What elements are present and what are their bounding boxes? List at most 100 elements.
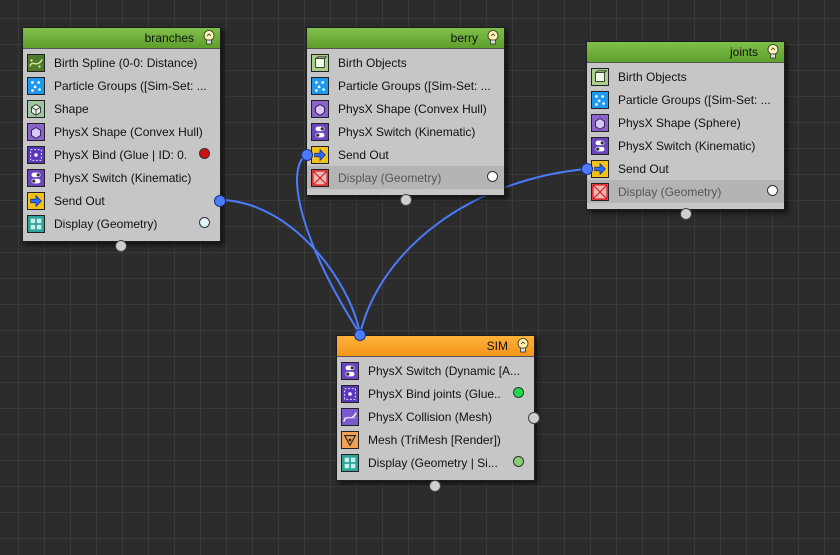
birth-objects-icon (311, 53, 329, 72)
physx-switch-icon (341, 361, 359, 380)
operator-physx-shape[interactable]: PhysX Shape (Sphere) (591, 111, 780, 134)
operator-label: Shape (54, 101, 89, 116)
operator-particle-groups[interactable]: Particle Groups ([Sim-Set: ... (591, 88, 780, 111)
operator-display[interactable]: Display (Geometry) (307, 166, 504, 189)
node-title: berry (450, 31, 478, 45)
operator-label: Display (Geometry | Si... (368, 455, 498, 470)
node-title: branches (144, 31, 194, 45)
operator-physx-shape[interactable]: PhysX Shape (Convex Hull) (311, 97, 500, 120)
color-dot[interactable] (199, 217, 210, 228)
color-dot[interactable] (199, 148, 210, 159)
lightbulb-icon[interactable] (517, 338, 529, 353)
operator-physx-switch[interactable]: PhysX Switch (Kinematic) (311, 120, 500, 143)
operator-label: Mesh (TriMesh [Render]) (368, 432, 501, 447)
operator-label: Particle Groups ([Sim-Set: ... (618, 92, 771, 107)
node-header[interactable]: branches (23, 28, 220, 49)
bottom-port[interactable] (680, 208, 692, 220)
operator-label: Birth Spline (0-0: Distance) (54, 55, 198, 70)
node-title: SIM (486, 339, 508, 353)
operator-label: Send Out (618, 161, 669, 176)
operator-send-out[interactable]: Send Out (27, 189, 216, 212)
physx-switch-icon (27, 168, 45, 187)
display-icon (27, 214, 45, 233)
operator-physx-switch[interactable]: PhysX Switch (Dynamic [A... (341, 359, 530, 382)
node-sim[interactable]: SIM PhysX Switch (Dynamic [A... PhysX Bi… (336, 329, 540, 492)
display-disabled-icon (591, 182, 609, 201)
operator-physx-bind[interactable]: PhysX Bind joints (Glue... (341, 382, 530, 405)
output-port[interactable] (528, 412, 540, 424)
color-dot[interactable] (767, 185, 778, 196)
operator-physx-collision[interactable]: PhysX Collision (Mesh) (341, 405, 530, 428)
physx-switch-icon (311, 122, 329, 141)
mesh-icon (341, 430, 359, 449)
operator-physx-switch[interactable]: PhysX Switch (Kinematic) (591, 134, 780, 157)
operator-label: Send Out (338, 147, 389, 162)
physx-bind-icon (341, 384, 359, 403)
physx-shape-icon (27, 122, 45, 141)
operator-label: PhysX Switch (Dynamic [A... (368, 363, 521, 378)
lightbulb-icon[interactable] (203, 30, 215, 45)
node-joints[interactable]: joints Birth Objects Particle Groups ([S… (581, 41, 785, 220)
physx-shape-icon (311, 99, 329, 118)
operator-label: PhysX Collision (Mesh) (368, 409, 493, 424)
operator-display[interactable]: Display (Geometry) (27, 212, 216, 235)
display-disabled-icon (311, 168, 329, 187)
node-berry[interactable]: berry Birth Objects Particle Groups ([Si… (301, 27, 505, 206)
operator-mesh[interactable]: Mesh (TriMesh [Render]) (341, 428, 530, 451)
operator-birth-objects[interactable]: Birth Objects (591, 65, 780, 88)
input-port[interactable] (301, 149, 313, 161)
lightbulb-icon[interactable] (767, 44, 779, 59)
operator-label: Display (Geometry) (618, 184, 722, 199)
operator-send-out[interactable]: Send Out (311, 143, 500, 166)
operator-label: Display (Geometry) (54, 216, 158, 231)
node-header[interactable]: SIM (337, 336, 534, 357)
operator-list: Birth Spline (0-0: Distance) Particle Gr… (23, 49, 220, 241)
input-port[interactable] (581, 163, 593, 175)
operator-label: Particle Groups ([Sim-Set: ... (54, 78, 207, 93)
operator-list: PhysX Switch (Dynamic [A... PhysX Bind j… (337, 357, 534, 480)
operator-label: Send Out (54, 193, 105, 208)
particle-groups-icon (311, 76, 329, 95)
operator-birth-objects[interactable]: Birth Objects (311, 51, 500, 74)
operator-label: PhysX Bind (Glue | ID: 0... (54, 147, 186, 162)
particle-groups-icon (591, 90, 609, 109)
color-dot[interactable] (487, 171, 498, 182)
operator-display[interactable]: Display (Geometry | Si... (341, 451, 530, 474)
operator-label: Birth Objects (618, 69, 687, 84)
node-header[interactable]: berry (307, 28, 504, 49)
color-dot[interactable] (513, 456, 524, 467)
operator-shape[interactable]: Shape (27, 97, 216, 120)
send-out-icon (591, 159, 609, 178)
input-port[interactable] (354, 329, 366, 341)
node-branches[interactable]: branches Birth Spline (0-0: Distance) Pa… (22, 27, 226, 252)
output-port[interactable] (214, 195, 226, 207)
operator-list: Birth Objects Particle Groups ([Sim-Set:… (587, 63, 784, 209)
operator-label: PhysX Shape (Convex Hull) (338, 101, 487, 116)
operator-physx-bind[interactable]: PhysX Bind (Glue | ID: 0... (27, 143, 216, 166)
shape-icon (27, 99, 45, 118)
bottom-port[interactable] (429, 480, 441, 492)
physx-collision-icon (341, 407, 359, 426)
bottom-port[interactable] (400, 194, 412, 206)
operator-label: Particle Groups ([Sim-Set: ... (338, 78, 491, 93)
operator-label: PhysX Switch (Kinematic) (338, 124, 476, 139)
wire-branches-to-sim (218, 199, 361, 335)
particle-groups-icon (27, 76, 45, 95)
birth-spline-icon (27, 53, 45, 72)
operator-display[interactable]: Display (Geometry) (587, 180, 784, 203)
operator-physx-switch[interactable]: PhysX Switch (Kinematic) (27, 166, 216, 189)
physx-bind-icon (27, 145, 45, 164)
operator-particle-groups[interactable]: Particle Groups ([Sim-Set: ... (311, 74, 500, 97)
operator-physx-shape[interactable]: PhysX Shape (Convex Hull) (27, 120, 216, 143)
operator-particle-groups[interactable]: Particle Groups ([Sim-Set: ... (27, 74, 216, 97)
node-title: joints (729, 45, 758, 59)
physx-switch-icon (591, 136, 609, 155)
lightbulb-icon[interactable] (487, 30, 499, 45)
bottom-port[interactable] (115, 240, 127, 252)
color-dot[interactable] (513, 387, 524, 398)
operator-label: Display (Geometry) (338, 170, 442, 185)
operator-birth-spline[interactable]: Birth Spline (0-0: Distance) (27, 51, 216, 74)
node-header[interactable]: joints (587, 42, 784, 63)
operator-label: PhysX Shape (Convex Hull) (54, 124, 203, 139)
operator-send-out[interactable]: Send Out (591, 157, 780, 180)
